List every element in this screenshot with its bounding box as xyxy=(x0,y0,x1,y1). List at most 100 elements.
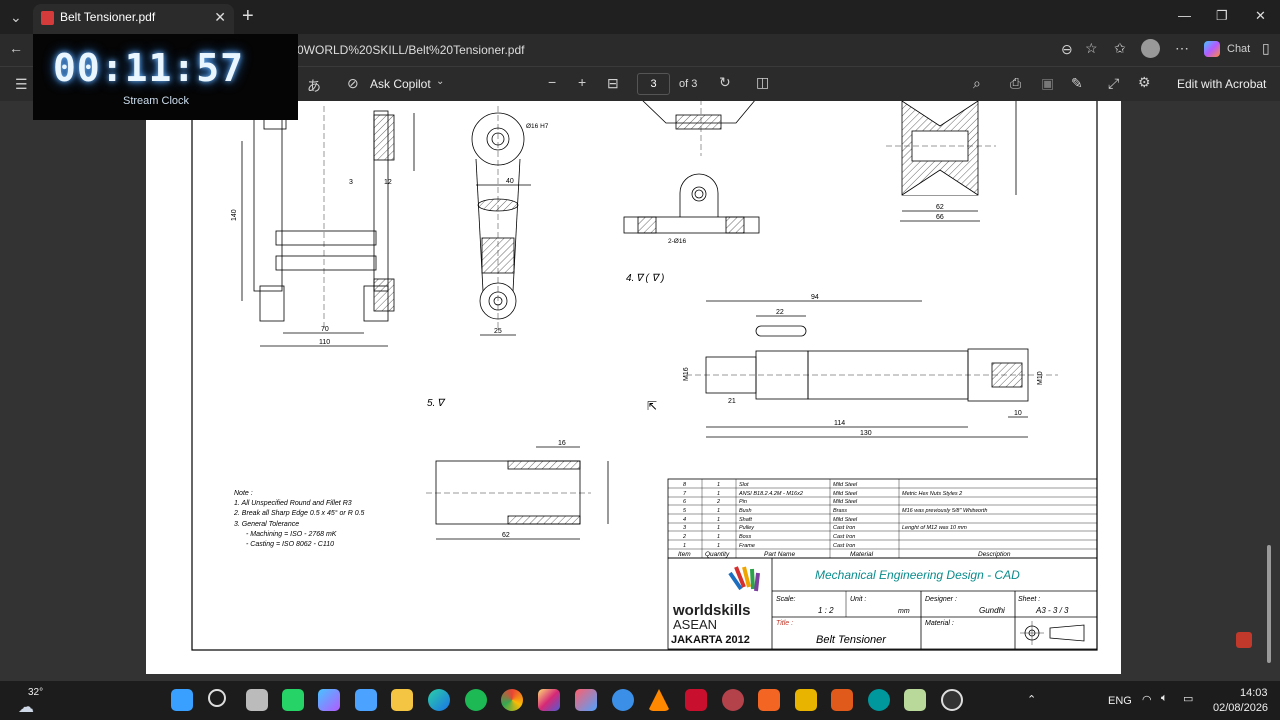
dim-10: 10 xyxy=(1014,410,1022,417)
bom-mat-6: Mild Steel xyxy=(833,499,858,505)
surface-finish-5-symbol: ∇ xyxy=(437,398,446,409)
fit-page-icon[interactable]: ⊟ xyxy=(607,75,619,92)
stream-clock-overlay: 00:11:57 Stream Clock xyxy=(33,34,298,120)
c-app-icon[interactable] xyxy=(831,689,853,711)
clock-time-taskbar[interactable]: 14:03 xyxy=(1240,687,1268,699)
zoom-out-icon[interactable]: − xyxy=(548,74,556,90)
battery-icon[interactable]: ▭ xyxy=(1183,692,1193,705)
tray-overflow-icon[interactable]: ⌃ xyxy=(1027,693,1036,706)
bom-mat-4: Mild Steel xyxy=(833,517,858,523)
spotify-icon[interactable] xyxy=(465,689,487,711)
fusion-f-icon[interactable] xyxy=(758,689,780,711)
search-icon[interactable]: ⌕ xyxy=(973,75,981,92)
copilot-taskbar-icon[interactable] xyxy=(318,689,340,711)
copilot-small-icon[interactable]: ⊘ xyxy=(347,75,359,92)
more-icon[interactable]: ⋯ xyxy=(1175,40,1189,57)
title-value: Belt Tensioner xyxy=(816,634,887,646)
sheet-value: A3 - 3 / 3 xyxy=(1035,606,1069,615)
profile-avatar[interactable] xyxy=(1141,39,1160,58)
ask-copilot-button[interactable]: Ask Copilot xyxy=(370,77,431,91)
maximize-icon[interactable]: ❐ xyxy=(1216,8,1228,24)
bom-desc-3: Lenght of M12 was 10 mm xyxy=(902,525,967,531)
read-aloud-icon[interactable]: あ xyxy=(307,76,321,96)
bom-qty-7: 1 xyxy=(717,491,720,497)
vertical-scrollbar[interactable] xyxy=(1267,545,1271,663)
tab-list-chevron-icon[interactable]: ⌄ xyxy=(10,9,22,26)
dim-25: 25 xyxy=(494,328,502,335)
minimize-icon[interactable]: — xyxy=(1178,8,1191,23)
bom-item-5: 5 xyxy=(683,508,687,514)
save-as-icon[interactable]: ✎ xyxy=(1071,75,1083,92)
wifi-icon[interactable]: ◠ xyxy=(1142,693,1152,706)
volume-icon[interactable]: 🔈︎ xyxy=(1161,692,1168,705)
bom-part-5: Bush xyxy=(739,508,752,514)
bom-header-item: Item xyxy=(678,551,691,558)
copilot-icon[interactable] xyxy=(1204,41,1220,57)
tab-belt-tensioner[interactable]: Belt Tensioner.pdf ✕ xyxy=(33,4,234,34)
url-text[interactable]: 0WORLD%20SKILL/Belt%20Tensioner.pdf xyxy=(297,43,524,57)
bom-part-4: Shaft xyxy=(739,517,752,523)
weather-temp[interactable]: 32° xyxy=(28,687,43,698)
rotate-icon[interactable]: ↻ xyxy=(719,74,731,91)
save-icon[interactable]: ▣ xyxy=(1041,75,1054,92)
page-number-input[interactable]: 3 xyxy=(637,73,670,95)
bom-item-3: 3 xyxy=(683,525,687,531)
weather-icon[interactable]: ☁ xyxy=(18,697,34,717)
logo-jakarta: JAKARTA 2012 xyxy=(671,634,750,646)
bom-header-desc: Description xyxy=(978,551,1011,558)
bom-qty-8: 1 xyxy=(717,482,720,488)
frame-view xyxy=(241,106,415,347)
copilot-chevron-icon[interactable]: ⌄ xyxy=(436,76,444,87)
favorites-list-icon[interactable]: ✩ xyxy=(1114,40,1126,57)
inventor-icon[interactable] xyxy=(795,689,817,711)
onedrive-icon[interactable] xyxy=(612,689,634,711)
notes-block: Note : 1. All Unspecified Round and Fill… xyxy=(233,490,365,548)
bom-part-7: ANSI B18.2.4.2M - M16x2 xyxy=(738,491,803,497)
new-tab-icon[interactable]: + xyxy=(242,5,254,28)
bom-part-2: Boss xyxy=(739,534,751,540)
start-icon[interactable] xyxy=(171,689,193,711)
favorite-icon[interactable]: ☆ xyxy=(1085,40,1098,57)
lang-indicator[interactable]: ENG xyxy=(1108,695,1132,707)
instagram-icon[interactable] xyxy=(538,689,560,711)
store-icon[interactable] xyxy=(355,689,377,711)
zoom-in-icon[interactable]: + xyxy=(578,74,586,90)
task-view-icon[interactable] xyxy=(246,689,268,711)
fullscreen-icon[interactable]: ⤢ xyxy=(1108,75,1119,92)
search-taskbar-icon[interactable] xyxy=(208,689,226,707)
file-explorer-icon[interactable] xyxy=(391,689,413,711)
clock-date-taskbar[interactable]: 02/08/2026 xyxy=(1213,702,1268,714)
contents-icon[interactable]: ☰ xyxy=(15,76,28,93)
pdf-icon xyxy=(41,11,54,25)
settings-gear-icon[interactable]: ⚙ xyxy=(1138,74,1151,91)
chat-label[interactable]: Chat xyxy=(1227,43,1250,55)
zoom-icon[interactable]: ⊖ xyxy=(1061,41,1073,58)
obs-icon[interactable] xyxy=(941,689,963,711)
edit-with-acrobat-button[interactable]: Edit with Acrobat xyxy=(1177,77,1266,91)
acrobat-icon[interactable] xyxy=(1236,632,1252,648)
worldskills-logo xyxy=(728,566,760,592)
bom-mat-5: Brass xyxy=(833,508,847,514)
bom-desc-7: Metric Hex Nuts Styles 2 xyxy=(902,491,962,497)
close-window-icon[interactable]: ✕ xyxy=(1255,8,1266,24)
whatsapp-icon[interactable] xyxy=(282,689,304,711)
edge-icon[interactable] xyxy=(428,689,450,711)
photos-icon[interactable] xyxy=(575,689,597,711)
bom-item-7: 7 xyxy=(683,491,687,497)
page-view-icon[interactable]: ◫ xyxy=(756,74,769,91)
boss-side-view xyxy=(623,173,760,234)
bom-qty-5: 1 xyxy=(717,508,720,514)
dim-140: 140 xyxy=(231,209,238,221)
chrome-icon[interactable] xyxy=(501,689,523,711)
solidworks-icon[interactable] xyxy=(685,689,707,711)
back-icon[interactable]: ← xyxy=(9,40,23,56)
bom-header-part: Part Name xyxy=(764,551,795,558)
dim-62-bush: 62 xyxy=(502,532,510,539)
sidebar-icon[interactable]: ▯ xyxy=(1262,40,1270,57)
print-icon[interactable]: ⎙ xyxy=(1010,75,1021,92)
dim-66: 66 xyxy=(936,214,944,221)
notepad-icon[interactable] xyxy=(904,689,926,711)
arduino-icon[interactable] xyxy=(868,689,890,711)
close-tab-icon[interactable]: ✕ xyxy=(214,4,226,30)
burst-app-icon[interactable] xyxy=(722,689,744,711)
